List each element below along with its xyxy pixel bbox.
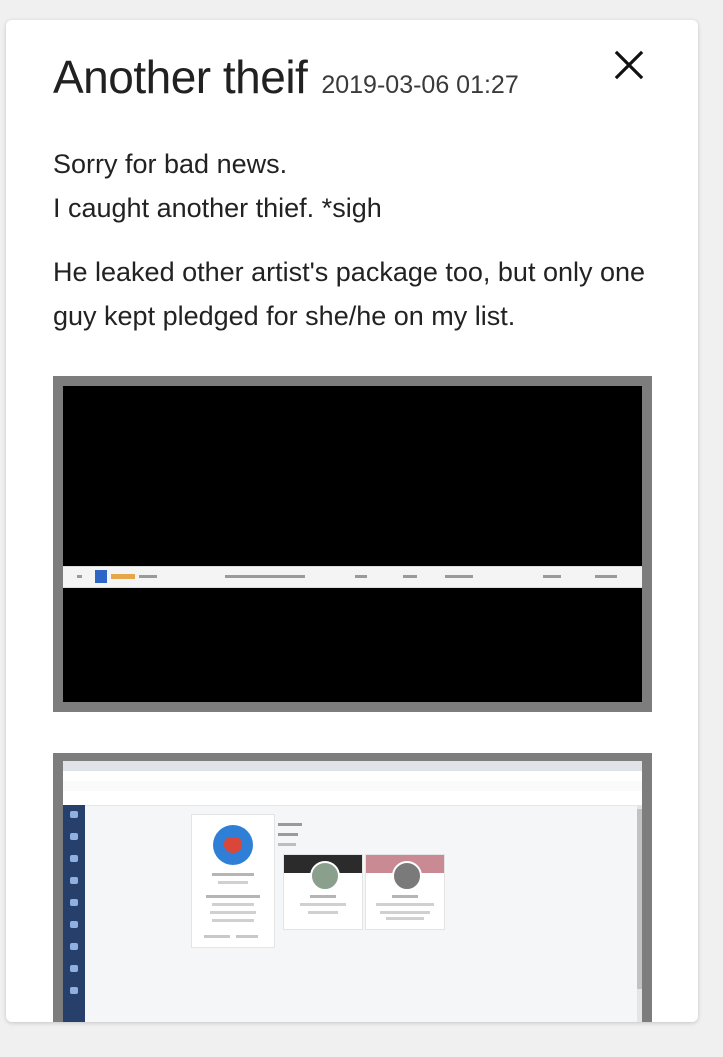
row-amount-2 xyxy=(403,575,417,578)
browser-screenshot xyxy=(63,761,642,1022)
row-avatar xyxy=(95,570,107,583)
creator-card-1 xyxy=(283,854,363,930)
scrollbar xyxy=(637,805,642,1022)
app-sidebar xyxy=(63,805,85,1022)
post-paragraph-2: He leaked other artist's package too, bu… xyxy=(53,257,646,331)
post-modal: Another theif 2019-03-06 01:27 Sorry for… xyxy=(6,20,698,1022)
post-paragraph-1: Sorry for bad news. I caught another thi… xyxy=(53,149,382,223)
screenshot-image-1[interactable] xyxy=(53,376,652,712)
pledge-row-strip xyxy=(63,566,642,588)
row-marker xyxy=(77,575,82,578)
post-header: Another theif 2019-03-06 01:27 xyxy=(53,50,608,104)
app-top-bar xyxy=(63,791,642,806)
creator-card-2 xyxy=(365,854,445,930)
row-amount xyxy=(355,575,367,578)
row-name-highlight xyxy=(111,574,135,579)
profile-avatar xyxy=(213,825,253,865)
screenshot-image-2[interactable] xyxy=(53,753,652,1022)
post-body: Sorry for bad news. I caught another thi… xyxy=(53,142,673,358)
browser-tabs xyxy=(63,761,642,771)
row-email xyxy=(225,575,305,578)
redacted-pledge-row-image xyxy=(63,386,642,702)
profile-card xyxy=(191,814,275,948)
row-date-1 xyxy=(543,575,561,578)
close-icon xyxy=(614,50,644,80)
close-button[interactable] xyxy=(612,48,646,82)
post-timestamp: 2019-03-06 01:27 xyxy=(321,71,519,99)
row-date-2 xyxy=(595,575,617,578)
row-text xyxy=(139,575,157,578)
row-status xyxy=(445,575,473,578)
post-title: Another theif xyxy=(53,51,308,103)
